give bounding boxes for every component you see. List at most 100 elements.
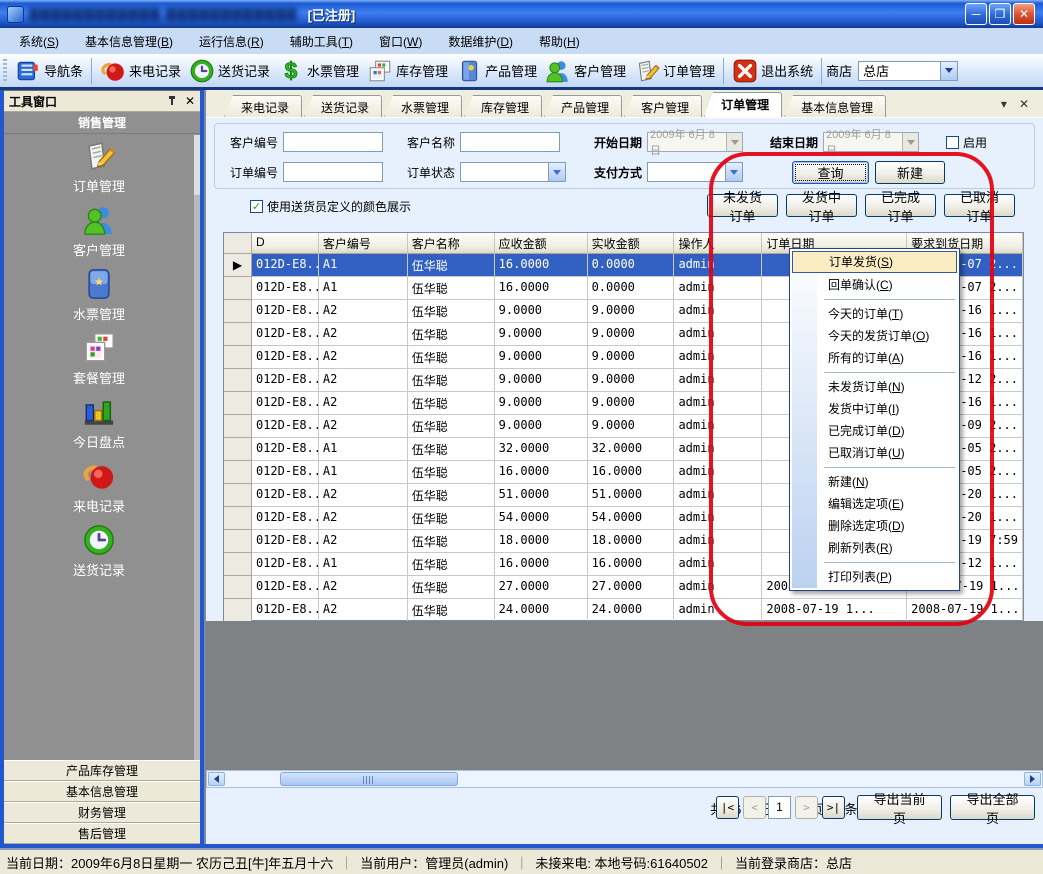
tab-1[interactable]: 来电记录: [224, 95, 302, 117]
row-selector-cell[interactable]: [224, 277, 252, 300]
row-selector-cell[interactable]: [224, 553, 252, 576]
enable-checkbox[interactable]: [946, 136, 959, 149]
export-current-page-button[interactable]: 导出当前页: [857, 795, 942, 820]
shop-select[interactable]: 总店: [858, 61, 958, 81]
tab-list-dropdown-icon[interactable]: ▾: [1001, 97, 1007, 111]
context-menu-item-14[interactable]: 打印列表(P): [792, 566, 957, 588]
context-menu-item-3[interactable]: 今天的订单(T): [792, 303, 957, 325]
column-header-4[interactable]: 应收金额: [495, 233, 588, 254]
menu-item-4[interactable]: 辅助工具(T): [277, 29, 366, 54]
tab-4[interactable]: 库存管理: [464, 95, 542, 117]
context-menu-item-4[interactable]: 今天的发货订单(O): [792, 325, 957, 347]
row-selector-cell[interactable]: [224, 461, 252, 484]
sidebar-item-5[interactable]: 今日盘点: [4, 391, 194, 455]
toolbar-grip[interactable]: [3, 59, 7, 83]
new-button[interactable]: 新建: [875, 161, 945, 184]
page-number-input[interactable]: 1: [768, 796, 791, 819]
context-menu-item-2[interactable]: 回单确认(C): [792, 274, 957, 296]
row-selector-cell[interactable]: [224, 530, 252, 553]
minimize-button[interactable]: ─: [965, 3, 987, 25]
row-selector-cell[interactable]: [224, 438, 252, 461]
sidebar-item-4[interactable]: 套餐管理: [4, 327, 194, 391]
toolbar-button-6[interactable]: 产品管理: [452, 56, 541, 86]
sidebar-group-3[interactable]: 财务管理: [4, 802, 200, 823]
context-menu-item-13[interactable]: 刷新列表(R): [792, 537, 957, 559]
order-status-select[interactable]: [460, 162, 566, 182]
toolbar-button-7[interactable]: 客户管理: [541, 56, 630, 86]
row-selector-cell[interactable]: [224, 484, 252, 507]
color-display-checkbox[interactable]: ✓: [250, 200, 263, 213]
row-selector-cell[interactable]: [224, 369, 252, 392]
menu-item-1[interactable]: 系统(S): [6, 29, 72, 54]
sidebar-item-3[interactable]: ★水票管理: [4, 263, 194, 327]
sidebar-group-2[interactable]: 基本信息管理: [4, 781, 200, 802]
context-menu-item-10[interactable]: 新建(N): [792, 471, 957, 493]
tab-2[interactable]: 送货记录: [304, 95, 382, 117]
status-filter-button-2[interactable]: 发货中订单: [786, 194, 857, 217]
sidebar-group-4[interactable]: 售后管理: [4, 823, 200, 844]
context-menu-item-9[interactable]: 已取消订单(U): [792, 442, 957, 464]
sidebar-close-icon[interactable]: ✕: [185, 94, 195, 108]
context-menu-item-6[interactable]: 未发货订单(N): [792, 376, 957, 398]
column-header-2[interactable]: 客户编号: [319, 233, 408, 254]
scroll-left-icon[interactable]: [208, 772, 225, 786]
sidebar-scrollbar[interactable]: [194, 135, 200, 760]
tab-8[interactable]: 基本信息管理: [784, 95, 886, 117]
row-selector-cell[interactable]: ▶: [224, 254, 252, 277]
status-filter-button-3[interactable]: 已完成订单: [865, 194, 936, 217]
row-selector-cell[interactable]: [224, 507, 252, 530]
menu-item-7[interactable]: 帮助(H): [526, 29, 593, 54]
context-menu-item-5[interactable]: 所有的订单(A): [792, 347, 957, 369]
toolbar-button-4[interactable]: $水票管理: [274, 56, 363, 86]
row-selector-cell[interactable]: [224, 576, 252, 599]
tab-3[interactable]: 水票管理: [384, 95, 462, 117]
context-menu-item-8[interactable]: 已完成订单(D): [792, 420, 957, 442]
row-selector-cell[interactable]: [224, 323, 252, 346]
order-status-dropdown-icon[interactable]: [548, 163, 565, 181]
maximize-button[interactable]: ❐: [989, 3, 1011, 25]
toolbar-button-2[interactable]: 来电记录: [96, 56, 185, 86]
export-all-pages-button[interactable]: 导出全部页: [950, 795, 1035, 820]
toolbar-button-8[interactable]: 订单管理: [630, 56, 719, 86]
column-header-5[interactable]: 实收金额: [588, 233, 675, 254]
row-selector-cell[interactable]: [224, 599, 252, 622]
end-date-picker[interactable]: 2009年 6月 8日: [823, 132, 919, 152]
column-header-1[interactable]: D: [252, 233, 319, 254]
start-date-dropdown-icon[interactable]: [726, 133, 742, 151]
tab-7[interactable]: 订单管理: [704, 92, 782, 117]
context-menu-item-11[interactable]: 编辑选定项(E): [792, 493, 957, 515]
toolbar-button-3[interactable]: 送货记录: [185, 56, 274, 86]
sidebar-item-1[interactable]: 订单管理: [4, 135, 194, 199]
horizontal-scrollbar[interactable]: [206, 770, 1043, 788]
menu-item-6[interactable]: 数据维护(D): [435, 29, 526, 54]
row-selector-cell[interactable]: [224, 392, 252, 415]
customer-no-input[interactable]: [283, 132, 383, 152]
context-menu-item-12[interactable]: 删除选定项(D): [792, 515, 957, 537]
shop-dropdown-icon[interactable]: [940, 62, 957, 80]
tab-5[interactable]: 产品管理: [544, 95, 622, 117]
sidebar-item-7[interactable]: 送货记录: [4, 519, 194, 583]
table-row[interactable]: 012D-E8...A2伍华聪24.000024.0000admin2008-0…: [224, 599, 1023, 622]
menu-item-2[interactable]: 基本信息管理(B): [72, 29, 186, 54]
prev-page-button[interactable]: <: [743, 796, 766, 819]
scrollbar-thumb[interactable]: [280, 772, 458, 786]
context-menu-item-1[interactable]: 订单发货(S): [792, 251, 957, 273]
toolbar-button-1[interactable]: 导航条: [11, 56, 87, 86]
menu-item-5[interactable]: 窗口(W): [366, 29, 435, 54]
pay-method-dropdown-icon[interactable]: [725, 163, 742, 181]
menu-item-3[interactable]: 运行信息(R): [186, 29, 277, 54]
context-menu-item-7[interactable]: 发货中订单(I): [792, 398, 957, 420]
sidebar-item-6[interactable]: 来电记录: [4, 455, 194, 519]
column-header-6[interactable]: 操作人: [674, 233, 762, 254]
close-button[interactable]: ✕: [1013, 3, 1035, 25]
order-no-input[interactable]: [283, 162, 383, 182]
customer-name-input[interactable]: [460, 132, 560, 152]
pin-icon[interactable]: [167, 95, 177, 107]
status-filter-button-4[interactable]: 已取消订单: [944, 194, 1015, 217]
toolbar-button-5[interactable]: 库存管理: [363, 56, 452, 86]
tab-close-icon[interactable]: ✕: [1019, 97, 1029, 111]
sidebar-item-2[interactable]: 客户管理: [4, 199, 194, 263]
column-header-3[interactable]: 客户名称: [408, 233, 495, 254]
pay-method-select[interactable]: [647, 162, 743, 182]
scroll-right-icon[interactable]: [1024, 772, 1041, 786]
